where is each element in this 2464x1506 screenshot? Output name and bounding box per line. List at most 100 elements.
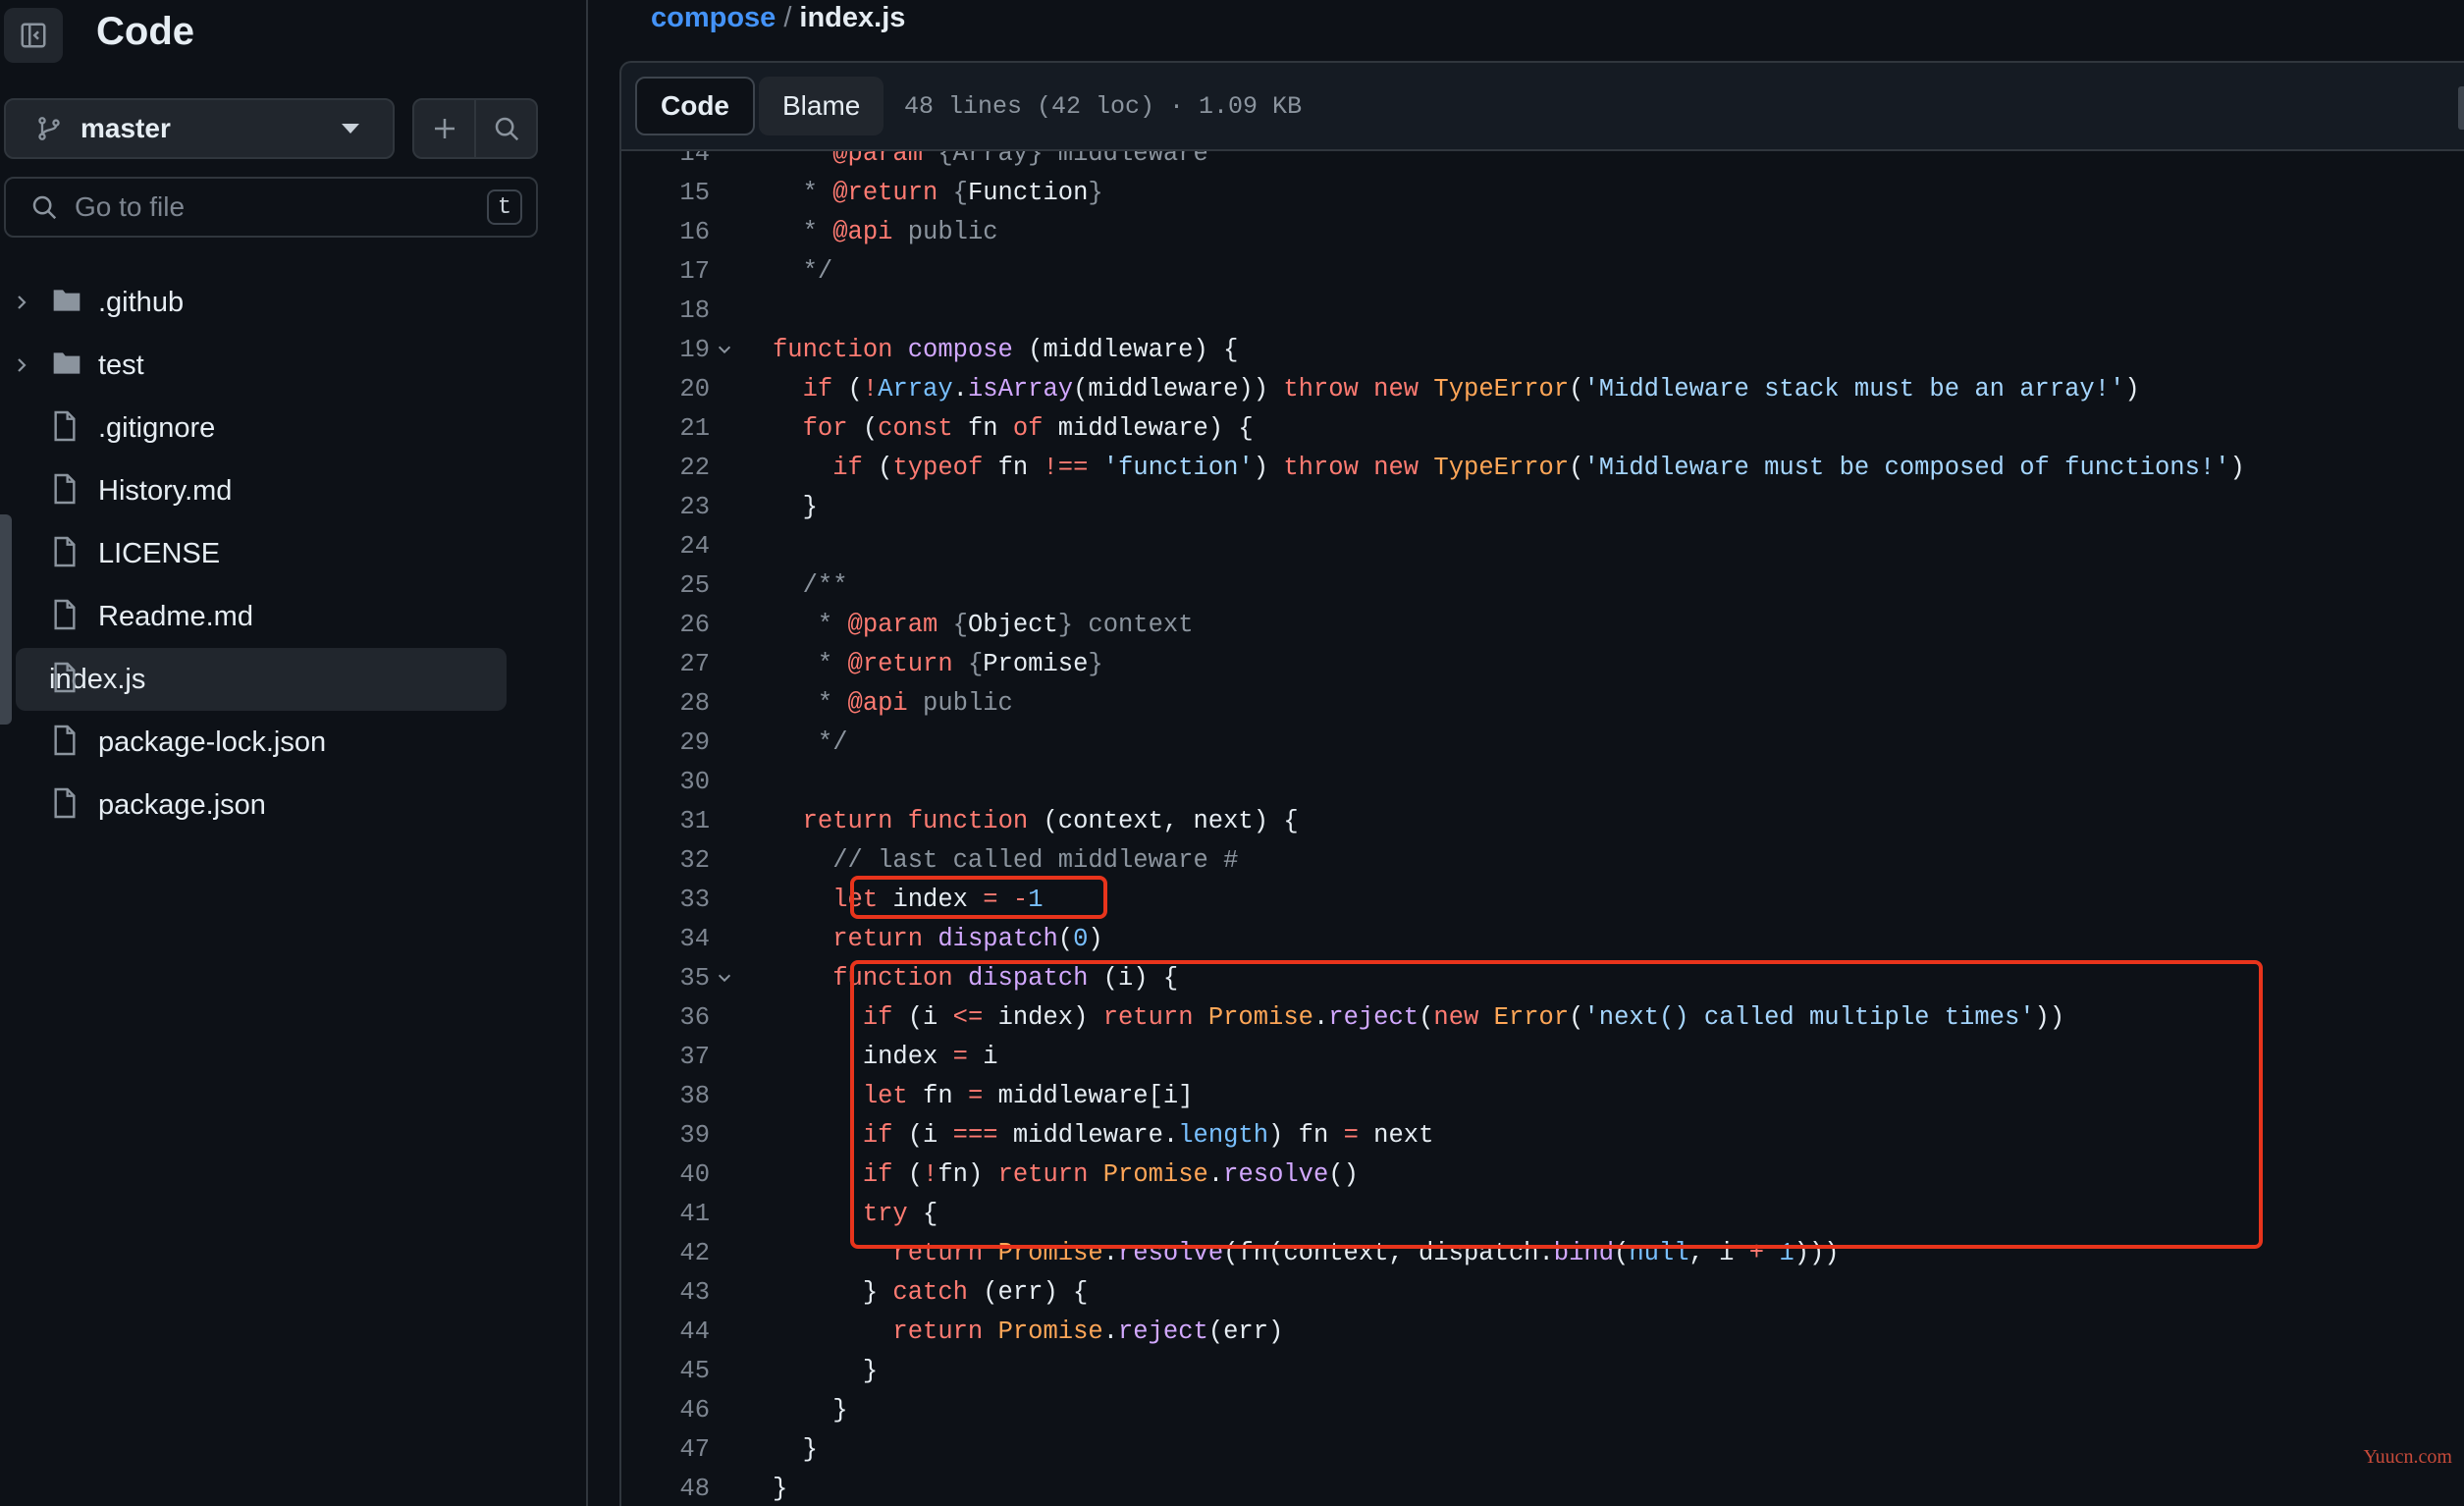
- line-number[interactable]: 30: [621, 768, 710, 796]
- line-number[interactable]: 40: [621, 1160, 710, 1189]
- line-number[interactable]: 25: [621, 571, 710, 600]
- code-token: @return: [832, 178, 938, 207]
- code-text: } catch (err) {: [773, 1278, 1089, 1307]
- code-token: compose: [907, 335, 1013, 364]
- line-number[interactable]: 46: [621, 1396, 710, 1425]
- code-tab[interactable]: Code: [635, 77, 755, 135]
- line-number[interactable]: 29: [621, 728, 710, 757]
- line-number[interactable]: 19: [621, 336, 710, 364]
- tree-file-item[interactable]: LICENSE: [0, 522, 586, 585]
- line-number[interactable]: 14: [621, 151, 710, 168]
- line-number[interactable]: 38: [621, 1082, 710, 1110]
- code-token: @return: [847, 649, 953, 678]
- line-number[interactable]: 26: [621, 611, 710, 639]
- code-token: public: [892, 217, 998, 246]
- line-number[interactable]: 28: [621, 689, 710, 718]
- code-token: if: [832, 453, 863, 482]
- code-line: 44 return Promise.reject(err): [621, 1312, 2245, 1351]
- code-token: }: [1088, 649, 1103, 678]
- code-line: 26 * @param {Object} context: [621, 605, 2245, 644]
- code-line: 25 /**: [621, 565, 2245, 605]
- code-token: }: [1088, 178, 1103, 207]
- search-code-button[interactable]: [474, 100, 536, 157]
- code-token: 'Middleware stack must be an array!': [1583, 374, 2125, 403]
- tree-file-item[interactable]: .gitignore: [0, 397, 586, 459]
- code-token: @api: [847, 688, 908, 718]
- fold-chevron-icon[interactable]: [710, 341, 739, 358]
- tree-file-item[interactable]: Readme.md: [0, 585, 586, 648]
- sidebar-panel-icon: [21, 23, 46, 48]
- code-line: 31 return function (context, next) {: [621, 801, 2245, 840]
- line-number[interactable]: 17: [621, 257, 710, 286]
- line-number[interactable]: 37: [621, 1043, 710, 1071]
- line-number[interactable]: 35: [621, 964, 710, 993]
- chevron-right-icon[interactable]: [12, 293, 31, 312]
- line-number[interactable]: 24: [621, 532, 710, 561]
- code-line: 24: [621, 526, 2245, 565]
- code-line: 23 }: [621, 487, 2245, 526]
- code-token: }: [773, 1395, 848, 1425]
- line-number[interactable]: 42: [621, 1239, 710, 1267]
- tree-file-item[interactable]: package-lock.json: [0, 711, 586, 774]
- code-line: 47 }: [621, 1429, 2245, 1469]
- line-number[interactable]: 45: [621, 1357, 710, 1385]
- code-token: */: [773, 256, 833, 286]
- file-icon: [51, 599, 79, 635]
- git-branch-icon: [38, 117, 60, 140]
- go-to-file-input[interactable]: Go to file t: [4, 177, 538, 238]
- tree-file-item[interactable]: History.md: [0, 459, 586, 522]
- code-token: throw: [1283, 374, 1359, 403]
- branch-selector[interactable]: master: [4, 98, 395, 159]
- line-number[interactable]: 15: [621, 179, 710, 207]
- line-number[interactable]: 18: [621, 296, 710, 325]
- line-number[interactable]: 20: [621, 375, 710, 403]
- line-number[interactable]: 48: [621, 1475, 710, 1503]
- sidebar-title: Code: [96, 10, 194, 53]
- collapse-sidebar-button[interactable]: [4, 8, 63, 63]
- line-number[interactable]: 32: [621, 846, 710, 875]
- line-number[interactable]: 21: [621, 414, 710, 443]
- tree-folder-item[interactable]: .github: [0, 271, 586, 334]
- fold-chevron-icon[interactable]: [710, 969, 739, 987]
- chevron-right-icon[interactable]: [12, 355, 31, 375]
- tree-item-label: .github: [98, 286, 185, 318]
- add-file-button[interactable]: [414, 100, 474, 157]
- breadcrumb-repo-link[interactable]: compose: [651, 2, 776, 33]
- line-number[interactable]: 22: [621, 454, 710, 482]
- code-token: }: [773, 1356, 879, 1385]
- line-number[interactable]: 31: [621, 807, 710, 835]
- line-number[interactable]: 34: [621, 925, 710, 953]
- tree-folder-item[interactable]: test: [0, 334, 586, 397]
- line-number[interactable]: 33: [621, 886, 710, 914]
- sidebar-header: Code: [0, 0, 586, 71]
- file-icon: [51, 725, 79, 761]
- line-number[interactable]: 36: [621, 1003, 710, 1032]
- code-line: 30: [621, 762, 2245, 801]
- line-number[interactable]: 27: [621, 650, 710, 678]
- code-token: Function: [967, 178, 1089, 207]
- code-token: throw: [1283, 453, 1359, 482]
- tree-file-item[interactable]: package.json: [0, 774, 586, 836]
- code-token: dispatch: [937, 924, 1058, 953]
- line-number[interactable]: 43: [621, 1278, 710, 1307]
- line-number[interactable]: 44: [621, 1318, 710, 1346]
- tree-file-item[interactable]: index.js: [16, 648, 507, 711]
- code-text: return dispatch(0): [773, 925, 1103, 953]
- line-number[interactable]: 41: [621, 1200, 710, 1228]
- line-number[interactable]: 23: [621, 493, 710, 521]
- code-token: @param: [847, 610, 938, 639]
- file-tree: .github test .gitignore History.md LICENSE Re…: [0, 271, 586, 836]
- code-token: fn: [952, 413, 1013, 443]
- line-number[interactable]: 16: [621, 218, 710, 246]
- code-line: 43 } catch (err) {: [621, 1272, 2245, 1312]
- code-text: }: [773, 493, 818, 521]
- line-number[interactable]: 39: [621, 1121, 710, 1150]
- blame-tab[interactable]: Blame: [759, 77, 884, 135]
- breadcrumb-separator: /: [783, 2, 792, 33]
- line-number[interactable]: 47: [621, 1435, 710, 1464]
- tree-item-label: package.json: [98, 788, 266, 821]
